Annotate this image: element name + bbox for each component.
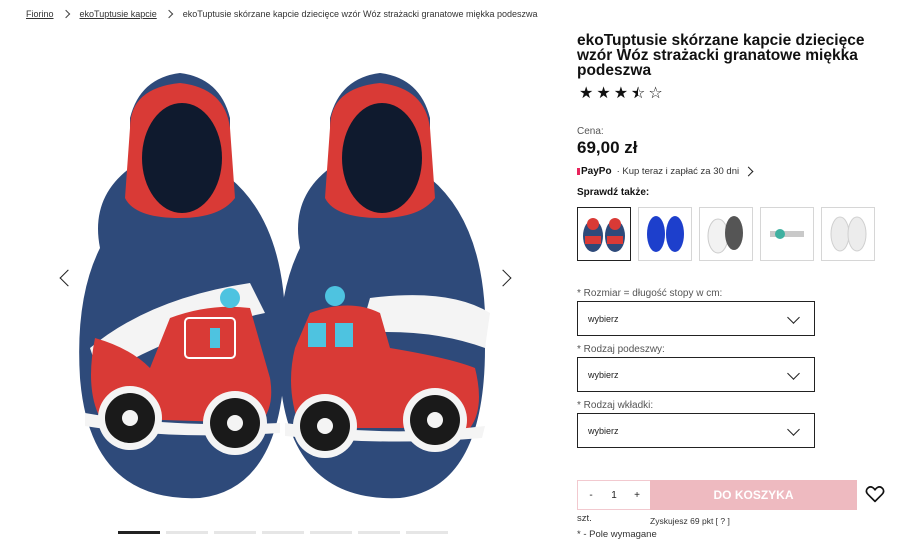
price-label: Cena: — [577, 126, 604, 137]
star-full-icon: ★ — [613, 85, 629, 102]
chevron-right-icon — [743, 166, 754, 177]
rating-stars: ★ ★ ★ ☆ ★ ☆ — [579, 86, 663, 102]
related-thumb-blue-insoles[interactable] — [638, 207, 692, 261]
breadcrumb-current: ekoTuptusie skórzane kapcie dziecięce wz… — [182, 9, 538, 19]
chevron-down-icon — [787, 311, 800, 324]
sole-type-select[interactable]: wybierz — [577, 357, 815, 392]
insole-type-select[interactable]: wybierz — [577, 413, 815, 448]
gallery-dot[interactable] — [214, 531, 256, 534]
wishlist-heart-icon[interactable] — [865, 485, 885, 503]
decrease-quantity-button[interactable]: - — [586, 490, 596, 501]
gallery-dot[interactable] — [166, 531, 208, 534]
gallery-dot[interactable] — [406, 531, 448, 534]
related-thumb-sheepskin-insoles[interactable] — [821, 207, 875, 261]
insole-select-value: wybierz — [588, 425, 619, 436]
increase-quantity-button[interactable]: + — [632, 490, 642, 501]
gallery-dot[interactable] — [118, 531, 160, 534]
sole-field-label: * Rodzaj podeszwy: — [577, 344, 665, 355]
paypo-logo: PayPo — [577, 166, 612, 177]
gallery-dot[interactable] — [310, 531, 352, 534]
quantity-input[interactable]: 1 — [611, 490, 617, 501]
gallery-dot[interactable] — [358, 531, 400, 534]
size-field-label: * Rozmiar = długość stopy w cm: — [577, 288, 723, 299]
quantity-unit: szt. — [577, 513, 592, 524]
related-products — [577, 207, 875, 261]
gallery-pagination — [118, 531, 448, 534]
related-thumb-white-gray-soles[interactable] — [699, 207, 753, 261]
breadcrumb-link-category[interactable]: ekoTuptusie kapcie — [80, 9, 157, 19]
star-half-icon: ☆ ★ — [631, 85, 646, 102]
paypo-text: · Kup teraz i zapłać za 30 dni — [616, 166, 740, 177]
gallery-dot[interactable] — [262, 531, 304, 534]
see-also-label: Sprawdź także: — [577, 187, 650, 198]
chevron-right-icon — [164, 9, 173, 19]
related-thumb-firetruck-slippers[interactable] — [577, 207, 631, 261]
size-select[interactable]: wybierz — [577, 301, 815, 336]
star-empty-icon: ☆ — [648, 85, 663, 102]
breadcrumb: Fiorino ekoTuptusie kapcie ekoTuptusie s… — [26, 7, 538, 21]
required-note: * - Pole wymagane — [577, 529, 657, 540]
size-select-value: wybierz — [588, 313, 619, 324]
add-to-cart-button[interactable]: DO KOSZYKA — [650, 480, 857, 510]
chevron-right-icon — [61, 9, 70, 19]
related-thumb-tape-roll[interactable] — [760, 207, 814, 261]
product-title: ekoTuptusie skórzane kapcie dziecięce wz… — [577, 32, 865, 79]
sole-select-value: wybierz — [588, 369, 619, 380]
loyalty-points: Zyskujesz 69 pkt [ ? ] — [650, 516, 730, 526]
product-image[interactable] — [70, 48, 530, 518]
chevron-down-icon — [787, 367, 800, 380]
paypo-info[interactable]: PayPo · Kup teraz i zapłać za 30 dni — [577, 166, 754, 177]
quantity-stepper: - 1 + — [577, 480, 651, 510]
star-full-icon: ★ — [579, 85, 594, 102]
price-value: 69,00 zł — [577, 138, 638, 157]
chevron-down-icon — [787, 423, 800, 436]
insole-field-label: * Rodzaj wkładki: — [577, 400, 654, 411]
breadcrumb-link-home[interactable]: Fiorino — [26, 9, 54, 19]
star-full-icon: ★ — [596, 85, 611, 102]
